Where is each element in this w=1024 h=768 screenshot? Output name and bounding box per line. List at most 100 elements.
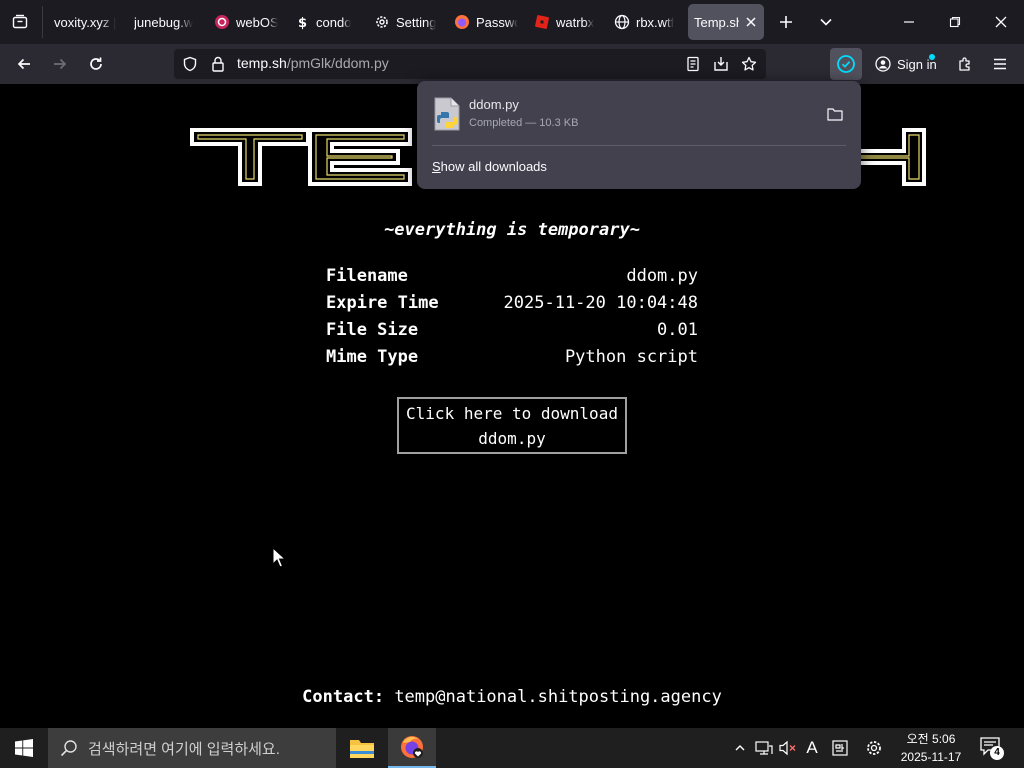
- list-all-tabs-chevron-icon[interactable]: [810, 6, 842, 38]
- forward-button[interactable]: [44, 48, 76, 80]
- tab-strip: voxity.xyz | junebug.w webOS $ condo Set…: [0, 0, 1024, 44]
- info-key: File Size: [326, 319, 419, 340]
- download-line-1: Click here to download: [406, 403, 618, 423]
- puzzle-icon: [959, 57, 970, 71]
- app-menu-button[interactable]: [984, 48, 1016, 80]
- url-path: /pmGlk/ddom.py: [286, 55, 389, 71]
- clock-time: 오전 5:06: [906, 732, 956, 746]
- tab-settings[interactable]: Setting: [368, 4, 444, 40]
- download-file-button[interactable]: Click here to download ddom.py: [397, 397, 627, 454]
- info-value: ddom.py: [626, 265, 698, 286]
- windows-logo-icon: [15, 739, 33, 757]
- roblox-icon: [534, 14, 550, 30]
- panel-divider: [432, 145, 846, 146]
- downloads-button[interactable]: [830, 48, 862, 80]
- info-key: Filename: [326, 265, 408, 286]
- python-file-icon: [434, 97, 460, 131]
- reader-view-icon[interactable]: [685, 56, 701, 72]
- download-file-name: ddom.py: [469, 97, 519, 112]
- show-all-accesskey: S: [432, 159, 441, 174]
- back-button[interactable]: [8, 48, 40, 80]
- tab-separator: [42, 6, 43, 38]
- file-explorer-taskbar-button[interactable]: [338, 728, 386, 768]
- tab-title: condo: [316, 14, 352, 30]
- tab-watrbx[interactable]: watrbx: [528, 4, 604, 40]
- tab-title: webOS: [236, 14, 278, 30]
- tab-junebug[interactable]: junebug.w: [128, 4, 204, 40]
- taskbar-search-box[interactable]: 검색하려면 여기에 입력하세요.: [48, 728, 336, 768]
- network-icon[interactable]: [754, 738, 774, 758]
- lock-icon[interactable]: [210, 56, 226, 72]
- info-key: Mime Type: [326, 346, 419, 367]
- notification-dot: [929, 54, 935, 60]
- info-value: 0.01: [657, 319, 698, 340]
- ime-mode-indicator[interactable]: A: [802, 738, 822, 758]
- volume-muted-icon[interactable]: [778, 738, 798, 758]
- tab-title: watrbx: [556, 14, 595, 30]
- show-hidden-icons-chevron-icon[interactable]: [730, 738, 750, 758]
- account-icon: [875, 56, 891, 72]
- gear-icon: [374, 14, 390, 30]
- mouse-cursor-icon: [272, 547, 286, 568]
- tab-title: Setting: [396, 14, 437, 30]
- tab-title: voxity.xyz |: [54, 14, 117, 30]
- page-tagline: ~everything is temporary~: [384, 220, 640, 240]
- tab-title: junebug.w: [134, 14, 194, 30]
- info-row-file-size: File Size 0.01: [326, 316, 698, 343]
- clock-date: 2025-11-17: [900, 750, 962, 764]
- download-item[interactable]: ddom.py Completed — 10.3 KB: [425, 89, 853, 139]
- firefox-taskbar-button[interactable]: [388, 728, 436, 768]
- info-row-filename: Filename ddom.py: [326, 262, 698, 289]
- action-center-button[interactable]: 4: [980, 736, 1004, 760]
- reload-button[interactable]: [80, 48, 112, 80]
- tab-manager-icon[interactable]: [6, 6, 34, 38]
- tab-temp-sh[interactable]: Temp.sh: [688, 4, 764, 40]
- show-all-label: how all downloads: [440, 159, 547, 174]
- taskbar-clock[interactable]: 오전 5:06 2025-11-17: [890, 730, 972, 766]
- new-tab-button[interactable]: [770, 6, 802, 38]
- contact-email[interactable]: temp@national.shitposting.agency: [394, 687, 722, 707]
- windows-taskbar: 검색하려면 여기에 입력하세요. A 오전 5:06 2025-11-17 4: [0, 728, 1024, 768]
- bookmark-star-icon[interactable]: [741, 56, 757, 72]
- tab-webos[interactable]: webOS: [208, 4, 284, 40]
- search-placeholder: 검색하려면 여기에 입력하세요.: [88, 740, 280, 758]
- close-window-button[interactable]: [978, 0, 1024, 44]
- tab-title: rbx.wtf: [636, 14, 675, 30]
- search-icon: [60, 739, 78, 757]
- firefox-icon: [454, 14, 470, 30]
- tab-passwords[interactable]: Passwo: [448, 4, 524, 40]
- download-line-2: ddom.py: [478, 428, 546, 448]
- contact-label: Contact:: [302, 687, 385, 707]
- contact-line: Contact: temp@national.shitposting.agenc…: [0, 687, 1024, 707]
- info-value: 2025-11-20 10:04:48: [503, 292, 698, 313]
- info-row-expire-time: Expire Time 2025-11-20 10:04:48: [326, 289, 698, 316]
- s-icon: $: [294, 14, 310, 30]
- tab-rbx[interactable]: rbx.wtf: [608, 4, 684, 40]
- close-tab-icon[interactable]: [743, 14, 758, 30]
- firefox-icon: [401, 736, 423, 758]
- svg-text:$: $: [298, 16, 307, 30]
- extensions-button[interactable]: [949, 48, 981, 80]
- tab-voxity[interactable]: voxity.xyz |: [48, 4, 126, 40]
- restore-button[interactable]: [932, 0, 978, 44]
- download-complete-icon: [837, 55, 855, 73]
- url-bar[interactable]: temp.sh/pmGlk/ddom.py: [174, 49, 766, 79]
- settings-gear-icon[interactable]: [864, 738, 884, 758]
- tab-title: Passwo: [476, 14, 518, 30]
- notification-count-badge: 4: [990, 746, 1004, 760]
- info-value: Python script: [564, 346, 698, 367]
- open-folder-icon[interactable]: [825, 105, 845, 123]
- tab-title: Temp.sh: [694, 14, 740, 30]
- save-to-pocket-icon[interactable]: [713, 56, 729, 72]
- file-info-table: Filename ddom.py Expire Time 2025-11-20 …: [326, 262, 698, 370]
- url-domain: temp.sh: [237, 55, 287, 71]
- info-key: Expire Time: [326, 292, 439, 313]
- minimize-button[interactable]: [886, 0, 932, 44]
- sign-in-button[interactable]: Sign in: [867, 48, 943, 80]
- url-text[interactable]: temp.sh/pmGlk/ddom.py: [237, 55, 389, 71]
- ime-hangul-icon[interactable]: [830, 738, 850, 758]
- tracking-protection-shield-icon[interactable]: [182, 56, 198, 72]
- show-all-downloads-button[interactable]: Show all downloads: [432, 159, 547, 174]
- start-button[interactable]: [0, 728, 48, 768]
- tab-condo[interactable]: $ condo: [288, 4, 364, 40]
